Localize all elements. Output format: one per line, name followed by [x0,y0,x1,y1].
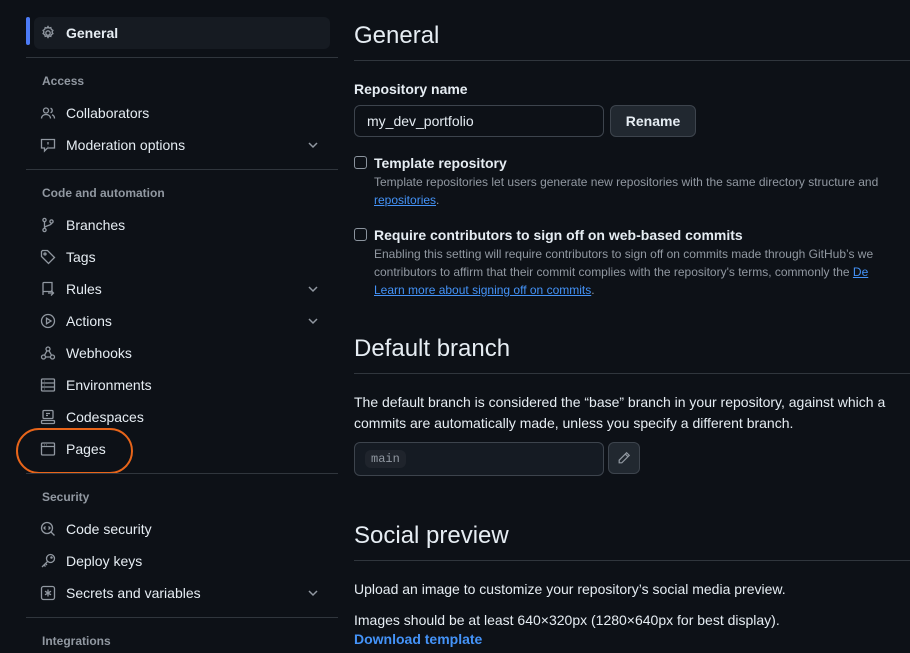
repo-name-label: Repository name [354,81,468,97]
sidebar-item-label: Tags [66,249,96,265]
chevron-down-icon [306,282,320,296]
gear-icon [40,25,56,41]
sidebar-item-label: Secrets and variables [66,585,201,601]
settings-sidebar: General Access Collaborators Moderation … [16,0,338,653]
signoff-desc: Enabling this setting will require contr… [374,247,874,261]
social-preview-size-note: Images should be at least 640×320px (128… [354,612,780,628]
repo-push-icon [40,281,56,297]
branch-name: main [365,450,406,468]
group-heading-security: Security [42,490,90,504]
template-repos-link[interactable]: repositories [374,193,436,207]
signoff-title: Require contributors to sign off on web-… [374,227,743,243]
signoff-checkbox[interactable] [354,228,367,241]
signoff-learn-more-line: Learn more about signing off on commits. [374,283,595,297]
sidebar-item-label: Codespaces [66,409,144,425]
sidebar-item-moderation-options[interactable]: Moderation options [34,129,330,161]
chevron-down-icon [306,586,320,600]
sidebar-item-label: Branches [66,217,126,233]
default-branch-desc-line2: commits are automatically made, unless y… [354,415,794,431]
divider [26,617,338,618]
template-repo-desc-line2: repositories. [374,193,440,207]
sidebar-item-general[interactable]: General [34,17,330,49]
group-heading-code-automation: Code and automation [42,186,165,200]
divider [354,560,910,561]
sidebar-item-collaborators[interactable]: Collaborators [34,97,330,129]
divider [26,169,338,170]
pencil-icon [617,451,631,465]
learn-more-signoff-link[interactable]: Learn more about signing off on commits [374,283,591,297]
download-template-link[interactable]: Download template [354,631,482,647]
chevron-down-icon [306,314,320,328]
template-repo-title: Template repository [374,155,507,171]
sidebar-item-label: Rules [66,281,102,297]
report-icon [40,137,56,153]
people-icon [40,105,56,121]
group-heading-access: Access [42,74,85,88]
sidebar-item-branches[interactable]: Branches [34,209,330,241]
sidebar-item-deploy-keys[interactable]: Deploy keys [34,545,330,577]
page-title: General [354,22,440,49]
server-icon [40,377,56,393]
branch-icon [40,217,56,233]
default-branch-desc: The default branch is considered the “ba… [354,394,886,410]
edit-default-branch-button[interactable] [608,442,640,474]
sidebar-item-label: Code security [66,521,152,537]
webhook-icon [40,345,56,361]
template-repo-checkbox[interactable] [354,156,367,169]
sidebar-item-label: Deploy keys [66,553,143,569]
asterisk-icon [40,585,56,601]
template-repo-desc: Template repositories let users generate… [374,175,879,189]
sidebar-item-webhooks[interactable]: Webhooks [34,337,330,369]
signoff-terms-link[interactable]: De [853,265,868,279]
sidebar-item-code-security[interactable]: Code security [34,513,330,545]
sidebar-item-label: General [66,25,119,41]
repo-name-input[interactable] [354,105,604,137]
sidebar-item-label: Collaborators [66,105,150,121]
settings-main: General Repository name Rename Template … [354,0,910,653]
sidebar-item-tags[interactable]: Tags [34,241,330,273]
sidebar-item-label: Environments [66,377,152,393]
codescan-icon [40,521,56,537]
sidebar-item-label: Webhooks [66,345,132,361]
default-branch-title: Default branch [354,335,511,362]
sidebar-item-rules[interactable]: Rules [34,273,330,305]
rename-button[interactable]: Rename [610,105,696,137]
social-preview-title: Social preview [354,522,509,549]
key-icon [40,553,56,569]
play-icon [40,313,56,329]
divider [354,373,910,374]
divider [26,57,338,58]
tag-icon [40,249,56,265]
highlight-annotation [16,428,133,474]
active-indicator [26,17,30,45]
codespaces-icon [40,409,56,425]
signoff-desc-line2: contributors to affirm that their commit… [374,265,869,279]
sidebar-item-actions[interactable]: Actions [34,305,330,337]
sidebar-item-label: Moderation options [66,137,186,153]
group-heading-integrations: Integrations [42,634,111,648]
divider [26,473,338,474]
sidebar-item-secrets-variables[interactable]: Secrets and variables [34,577,330,609]
divider [354,60,910,61]
chevron-down-icon [306,138,320,152]
default-branch-field: main [354,442,604,476]
sidebar-item-environments[interactable]: Environments [34,369,330,401]
sidebar-item-label: Actions [66,313,112,329]
social-preview-desc: Upload an image to customize your reposi… [354,581,786,597]
